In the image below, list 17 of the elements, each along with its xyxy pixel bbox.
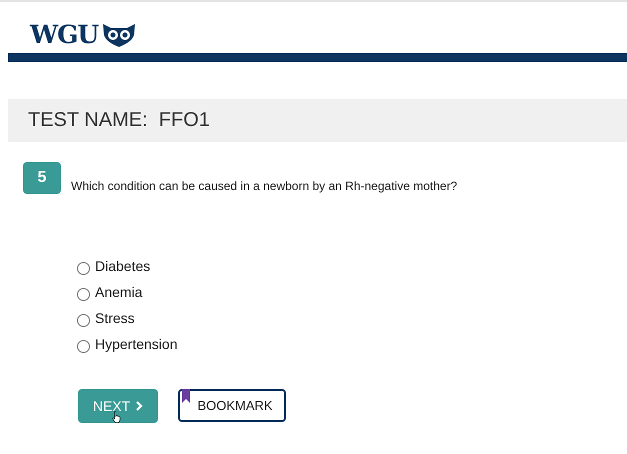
chevron-right-icon xyxy=(136,401,144,411)
option-label[interactable]: Hypertension xyxy=(95,336,178,352)
radio-button[interactable] xyxy=(77,340,90,352)
hand-cursor-icon xyxy=(112,411,122,423)
bookmark-ribbon-icon xyxy=(182,389,190,403)
radio-button[interactable] xyxy=(77,288,90,300)
question-number: 5 xyxy=(23,162,61,194)
logo-text: WGU xyxy=(30,22,98,48)
bookmark-button[interactable]: BOOKMARK xyxy=(178,389,286,422)
radio-button[interactable] xyxy=(77,262,90,274)
option-label[interactable]: Anemia xyxy=(95,284,142,300)
option-label[interactable]: Stress xyxy=(95,310,135,326)
radio-button[interactable] xyxy=(77,314,90,326)
test-name: TEST NAME: FFO1 xyxy=(28,109,210,132)
owl-logo-icon xyxy=(102,22,136,46)
option-label[interactable]: Diabetes xyxy=(95,258,150,274)
question-text: Which condition can be caused in a newborn by an Rh-negative mother? xyxy=(71,179,458,193)
